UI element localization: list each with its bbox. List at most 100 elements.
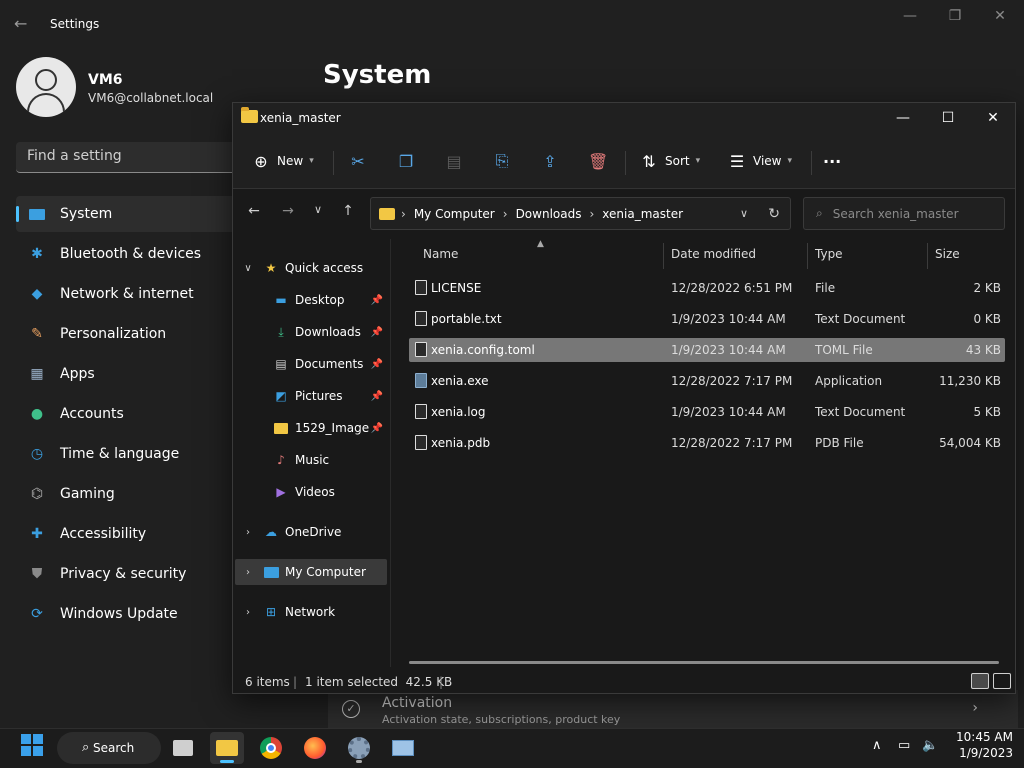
activation-card[interactable]: ✓ Activation Activation state, subscript… [328, 690, 1018, 728]
chevron-up-icon[interactable]: ∧ [872, 738, 882, 753]
details-view-icon[interactable] [971, 673, 989, 689]
nav-item-apps[interactable]: ▦ Apps [16, 356, 246, 392]
search-icon: ⌕ [816, 206, 823, 220]
tree-item-network[interactable]: › ⊞ Network [235, 599, 387, 625]
address-bar[interactable]: › My Computer › Downloads › xenia_master… [370, 197, 791, 230]
horizontal-scrollbar[interactable] [409, 661, 999, 664]
column-header-name[interactable]: Name [423, 247, 458, 269]
selection-info: 1 item selected 42.5 KB [305, 675, 453, 689]
paste-button[interactable]: ▤ [444, 147, 464, 175]
accessibility-icon: ✚ [31, 526, 43, 542]
file-row[interactable]: xenia.log 1/9/2023 10:44 AM Text Documen… [409, 400, 1005, 424]
network-status-icon[interactable]: ▭ [898, 738, 910, 753]
network-icon: ⊞ [265, 605, 277, 619]
nav-item-accessibility[interactable]: ✚ Accessibility [16, 516, 246, 552]
brush-icon: ✎ [31, 326, 43, 342]
search-input[interactable]: ⌕ Search xenia_master [803, 197, 1005, 230]
recent-chevron-icon[interactable]: ∨ [305, 203, 331, 225]
tree-item-music[interactable]: ♪ Music [235, 447, 387, 473]
tree-item-quick-access[interactable]: ∨ ★ Quick access [235, 255, 387, 281]
column-header-size[interactable]: Size [935, 247, 960, 269]
pictures-icon: ◩ [275, 389, 287, 403]
nav-item-system[interactable]: System [16, 196, 246, 232]
close-icon[interactable]: ✕ [985, 8, 1015, 26]
column-header-type[interactable]: Type [815, 247, 843, 269]
nav-item-network[interactable]: ◆ Network & internet [16, 276, 246, 312]
refresh-icon[interactable]: ↻ [768, 206, 780, 222]
nav-item-bluetooth[interactable]: ✱ Bluetooth & devices [16, 236, 246, 272]
share-button[interactable]: ⇪ [540, 147, 560, 175]
file-row[interactable]: xenia.pdb 12/28/2022 7:17 PM PDB File 54… [409, 431, 1005, 455]
chevron-right-icon[interactable]: › [241, 567, 255, 578]
close-icon[interactable]: ✕ [973, 107, 1013, 129]
column-header-date[interactable]: Date modified [671, 247, 756, 269]
resource-monitor-icon[interactable] [386, 732, 420, 764]
file-explorer-taskbar-icon[interactable] [210, 732, 244, 764]
task-view-icon[interactable] [166, 732, 200, 764]
chrome-icon[interactable] [254, 732, 288, 764]
column-divider[interactable] [927, 243, 928, 269]
firefox-icon[interactable] [298, 732, 332, 764]
back-arrow-icon[interactable]: ← [241, 203, 267, 225]
nav-item-personalization[interactable]: ✎ Personalization [16, 316, 246, 352]
forward-arrow-icon[interactable]: → [275, 203, 301, 225]
maximize-icon[interactable]: ☐ [928, 107, 968, 129]
volume-icon[interactable]: 🔈 [922, 738, 938, 753]
tree-item-videos[interactable]: ▶ Videos [235, 479, 387, 505]
pin-icon[interactable]: 📌 [371, 327, 383, 338]
more-options-button[interactable]: ··· [823, 147, 841, 175]
column-divider[interactable] [663, 243, 664, 269]
cut-button[interactable]: ✂ [348, 147, 368, 175]
nav-item-gaming[interactable]: ⌬ Gaming [16, 476, 246, 512]
pin-icon[interactable]: 📌 [371, 423, 383, 434]
explorer-titlebar[interactable]: xenia_master — ☐ ✕ [233, 103, 1015, 133]
pane-divider[interactable] [390, 239, 391, 667]
breadcrumb-item[interactable]: Downloads [516, 207, 582, 221]
file-row[interactable]: xenia.config.toml 1/9/2023 10:44 AM TOML… [409, 338, 1005, 362]
tree-item-onedrive[interactable]: › ☁ OneDrive [235, 519, 387, 545]
pin-icon[interactable]: 📌 [371, 391, 383, 402]
back-arrow-icon[interactable]: ← [14, 14, 34, 34]
sort-button[interactable]: ⇅ Sort ▾ [639, 147, 700, 175]
windows-start-icon[interactable] [21, 734, 43, 756]
copy-button[interactable]: ❐ [396, 147, 416, 175]
tree-item-pictures[interactable]: ◩ Pictures 📌 [235, 383, 387, 409]
clock-date[interactable]: 1/9/2023 [947, 746, 1013, 760]
file-row[interactable]: portable.txt 1/9/2023 10:44 AM Text Docu… [409, 307, 1005, 331]
taskbar-search-button[interactable]: ⌕ Search [57, 732, 161, 764]
file-row[interactable]: xenia.exe 12/28/2022 7:17 PM Application… [409, 369, 1005, 393]
gamepad-icon: ⌬ [30, 486, 44, 502]
tree-item-1529-image[interactable]: 1529_Image 📌 [235, 415, 387, 441]
breadcrumb-item[interactable]: xenia_master [602, 207, 683, 221]
chevron-down-icon[interactable]: ∨ [241, 263, 255, 274]
view-button[interactable]: ☰ View ▾ [727, 147, 792, 175]
chevron-down-icon[interactable]: ∨ [740, 207, 748, 220]
nav-item-windows-update[interactable]: ⟳ Windows Update [16, 596, 246, 632]
chevron-right-icon[interactable]: › [241, 607, 255, 618]
minimize-icon[interactable]: — [895, 8, 925, 26]
tree-item-downloads[interactable]: ⤓ Downloads 📌 [235, 319, 387, 345]
tree-item-my-computer[interactable]: › My Computer [235, 559, 387, 585]
find-setting-input[interactable]: Find a setting [16, 142, 246, 173]
up-arrow-icon[interactable]: ↑ [335, 203, 361, 225]
minimize-icon[interactable]: — [883, 107, 923, 129]
new-button[interactable]: ⊕ New ▾ [251, 147, 313, 175]
breadcrumb-item[interactable]: My Computer [414, 207, 495, 221]
avatar[interactable] [16, 57, 76, 117]
delete-button[interactable]: 🗑 [588, 147, 608, 175]
pin-icon[interactable]: 📌 [371, 359, 383, 370]
restore-icon[interactable]: ❐ [940, 8, 970, 26]
clock-time[interactable]: 10:45 AM [947, 730, 1013, 744]
rename-button[interactable]: ⎘ [492, 147, 512, 175]
file-row[interactable]: LICENSE 12/28/2022 6:51 PM File 2 KB [409, 276, 1005, 300]
nav-item-time-language[interactable]: ◷ Time & language [16, 436, 246, 472]
settings-gear-icon[interactable] [342, 732, 376, 764]
tree-item-desktop[interactable]: ▬ Desktop 📌 [235, 287, 387, 313]
chevron-right-icon[interactable]: › [241, 527, 255, 538]
tree-item-documents[interactable]: ▤ Documents 📌 [235, 351, 387, 377]
column-divider[interactable] [807, 243, 808, 269]
nav-item-accounts[interactable]: ● Accounts [16, 396, 246, 432]
nav-item-privacy[interactable]: ⛊ Privacy & security [16, 556, 246, 592]
pin-icon[interactable]: 📌 [371, 295, 383, 306]
tiles-view-icon[interactable] [993, 673, 1011, 689]
